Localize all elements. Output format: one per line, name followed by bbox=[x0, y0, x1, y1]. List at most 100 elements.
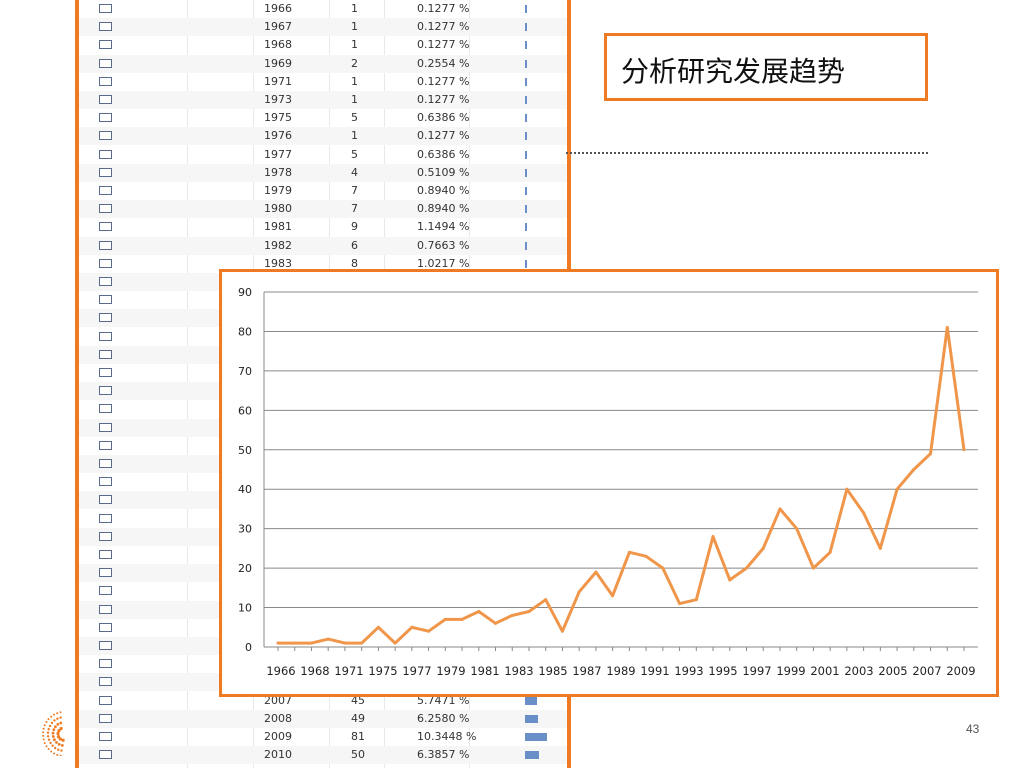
data-point bbox=[811, 566, 815, 570]
logo-dot bbox=[59, 726, 63, 731]
data-point bbox=[912, 468, 916, 471]
logo-dot bbox=[47, 748, 50, 750]
data-point bbox=[945, 326, 949, 329]
row-checkbox[interactable] bbox=[99, 186, 112, 195]
row-percent-bar bbox=[525, 59, 527, 68]
row-count: 4 bbox=[351, 165, 358, 179]
row-checkbox[interactable] bbox=[99, 732, 112, 741]
row-checkbox[interactable] bbox=[99, 167, 112, 177]
row-percent-bar bbox=[525, 205, 527, 214]
page-number: 43 bbox=[966, 722, 980, 736]
data-point bbox=[661, 566, 665, 570]
logo-dot bbox=[54, 746, 57, 750]
row-checkbox[interactable] bbox=[99, 386, 112, 396]
data-point bbox=[644, 554, 648, 558]
row-year: 2009 bbox=[264, 730, 292, 743]
row-checkbox[interactable] bbox=[99, 331, 112, 341]
row-checkbox[interactable] bbox=[99, 404, 112, 414]
row-checkbox[interactable] bbox=[99, 240, 112, 250]
row-checkbox[interactable] bbox=[99, 622, 112, 632]
data-point bbox=[510, 613, 514, 617]
row-checkbox[interactable] bbox=[99, 313, 112, 323]
row-count: 6 bbox=[351, 238, 358, 252]
row-percent: 0.6386 % bbox=[417, 147, 470, 161]
row-checkbox[interactable] bbox=[99, 531, 112, 541]
row-checkbox[interactable] bbox=[99, 422, 112, 432]
row-checkbox[interactable] bbox=[99, 695, 112, 705]
table-row: 1968 1 0.1277 % bbox=[79, 36, 567, 54]
data-point bbox=[778, 507, 782, 511]
row-checkbox[interactable] bbox=[99, 750, 112, 760]
data-point bbox=[460, 617, 464, 621]
row-checkbox[interactable] bbox=[99, 659, 112, 669]
row-checkbox[interactable] bbox=[99, 58, 112, 68]
row-checkbox[interactable] bbox=[99, 677, 112, 687]
data-point bbox=[828, 550, 832, 554]
row-checkbox[interactable] bbox=[99, 368, 112, 377]
row-checkbox[interactable] bbox=[99, 95, 112, 104]
row-checkbox[interactable] bbox=[99, 4, 112, 13]
row-checkbox[interactable] bbox=[99, 495, 112, 505]
row-checkbox[interactable] bbox=[99, 586, 112, 596]
logo-dot bbox=[49, 741, 52, 745]
logo-dot bbox=[47, 728, 50, 731]
dotted-divider bbox=[566, 152, 928, 154]
row-checkbox[interactable] bbox=[99, 568, 112, 578]
row-checkbox[interactable] bbox=[99, 76, 112, 86]
data-point bbox=[795, 527, 799, 531]
x-tick-label: 1993 bbox=[674, 664, 703, 678]
row-percent-bar bbox=[525, 77, 527, 86]
row-count: 81 bbox=[351, 730, 365, 743]
x-tick-label: 1991 bbox=[640, 664, 669, 678]
row-checkbox[interactable] bbox=[99, 550, 112, 559]
table-row: 1978 4 0.5109 % bbox=[79, 163, 567, 182]
x-tick-label: 1987 bbox=[572, 664, 601, 678]
row-percent: 0.5109 % bbox=[417, 165, 470, 179]
row-percent: 0.6386 % bbox=[417, 111, 470, 125]
row-count: 50 bbox=[351, 748, 365, 762]
logo-dot bbox=[53, 713, 55, 716]
row-checkbox[interactable] bbox=[99, 459, 112, 468]
data-point bbox=[360, 641, 364, 645]
logo-dot bbox=[61, 738, 65, 742]
row-checkbox[interactable] bbox=[99, 258, 112, 268]
x-tick-label: 1983 bbox=[504, 664, 533, 678]
logo-dot bbox=[42, 734, 45, 737]
row-count: 1 bbox=[351, 129, 358, 143]
row-checkbox[interactable] bbox=[99, 477, 112, 487]
row-checkbox[interactable] bbox=[99, 204, 112, 214]
table-row: 1982 6 0.7663 % bbox=[79, 236, 567, 255]
logo-dot bbox=[50, 750, 53, 753]
row-checkbox[interactable] bbox=[99, 295, 112, 305]
row-checkbox[interactable] bbox=[99, 22, 112, 32]
table-row: 1977 5 0.6386 % bbox=[79, 146, 567, 164]
logo-dot bbox=[53, 752, 56, 755]
row-checkbox[interactable] bbox=[99, 513, 112, 523]
row-checkbox[interactable] bbox=[99, 40, 112, 50]
logo-dot bbox=[42, 727, 45, 730]
row-percent-bar bbox=[525, 751, 539, 760]
row-count: 2 bbox=[351, 56, 358, 70]
row-checkbox[interactable] bbox=[99, 277, 112, 286]
table-row: 1976 1 0.1277 % bbox=[79, 127, 567, 146]
row-checkbox[interactable] bbox=[99, 131, 112, 141]
row-year: 1981 bbox=[264, 220, 292, 234]
logo-dot bbox=[51, 731, 55, 735]
row-checkbox[interactable] bbox=[99, 149, 112, 159]
row-checkbox[interactable] bbox=[99, 713, 112, 723]
row-checkbox[interactable] bbox=[99, 113, 112, 123]
y-tick-label: 0 bbox=[245, 641, 252, 654]
row-checkbox[interactable] bbox=[99, 440, 112, 450]
row-year: 1977 bbox=[264, 147, 292, 161]
logo-dot bbox=[50, 715, 53, 718]
y-tick-label: 20 bbox=[238, 562, 252, 575]
logo-dot bbox=[59, 721, 63, 725]
row-checkbox[interactable] bbox=[99, 222, 112, 232]
row-percent-bar bbox=[525, 714, 539, 723]
row-checkbox[interactable] bbox=[99, 641, 112, 650]
row-year: 1975 bbox=[264, 111, 292, 125]
row-checkbox[interactable] bbox=[99, 604, 112, 614]
data-point bbox=[393, 641, 397, 645]
row-checkbox[interactable] bbox=[99, 349, 112, 359]
logo-dot bbox=[42, 731, 45, 734]
